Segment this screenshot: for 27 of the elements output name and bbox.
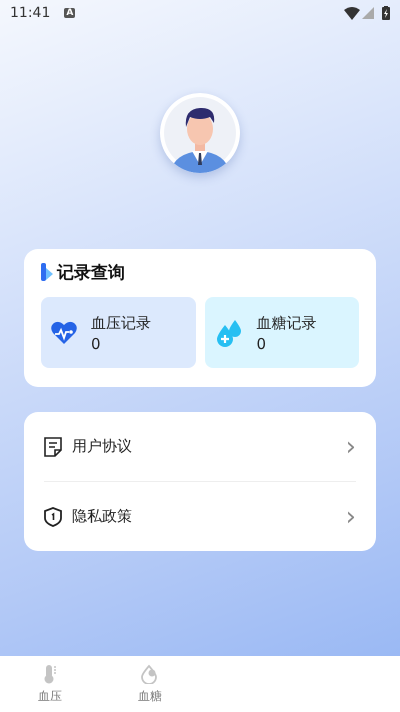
menu-row[interactable]: 用户协议 › <box>44 412 356 481</box>
tab[interactable]: 血压 <box>0 656 100 712</box>
record-label: 血压记录 <box>91 314 151 332</box>
chevron-icon: › <box>346 504 356 530</box>
heart-pulse-icon <box>51 320 77 344</box>
status-time: 11:41 <box>10 5 50 21</box>
section-title: 记录查询 <box>57 262 125 284</box>
menu-row[interactable]: 隐私政策 › <box>44 481 356 551</box>
menu-label: 隐私政策 <box>72 507 133 526</box>
title-mark-icon <box>41 262 53 282</box>
record-card[interactable]: 血压记录 0 <box>41 297 196 368</box>
record-count: 0 <box>91 334 102 352</box>
notification-icon: A <box>64 8 76 18</box>
record-card[interactable]: 血糖记录 0 <box>204 297 359 368</box>
drop-icon <box>141 664 159 684</box>
shield-icon <box>44 506 62 526</box>
tab[interactable]: 血糖 <box>100 656 200 712</box>
menu-label: 用户协议 <box>72 437 133 456</box>
chevron-icon: › <box>346 434 356 460</box>
blood-drop-icon <box>214 318 242 346</box>
wifi-icon <box>344 6 360 20</box>
document-icon <box>44 436 62 456</box>
battery-icon <box>382 6 390 20</box>
record-count: 0 <box>256 334 268 352</box>
signal-icon <box>362 7 374 19</box>
record-label: 血糖记录 <box>256 314 316 332</box>
thermometer-icon <box>43 664 57 684</box>
